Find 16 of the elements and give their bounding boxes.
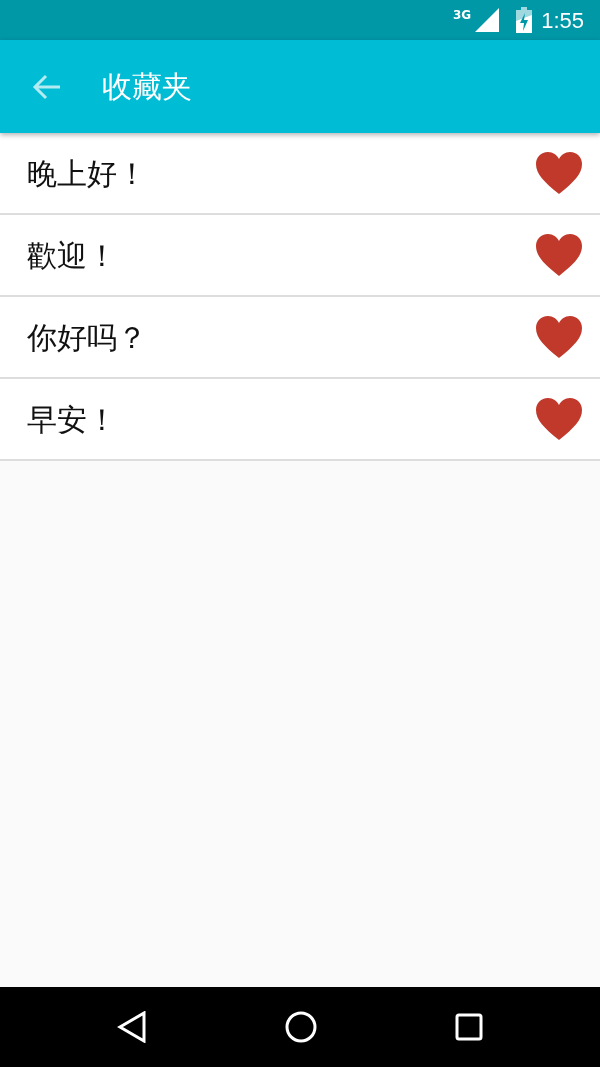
phrase-text: 你好吗？ (27, 318, 147, 357)
signal-icon (475, 8, 500, 32)
home-icon[interactable] (285, 1011, 317, 1043)
back-icon[interactable] (117, 1011, 147, 1043)
clock: 1:55 (541, 6, 584, 35)
heart-icon[interactable] (534, 150, 584, 196)
phrase-text: 歡迎！ (27, 236, 117, 275)
recents-icon[interactable] (455, 1013, 483, 1041)
phrase-text: 早安！ (27, 400, 117, 439)
heart-icon[interactable] (534, 396, 584, 442)
battery-icon (515, 7, 534, 33)
phrase-text: 晚上好！ (27, 154, 147, 193)
heart-icon[interactable] (534, 314, 584, 360)
screen-title: 收藏夹 (102, 68, 192, 106)
network-type: 3G (452, 9, 472, 21)
heart-icon[interactable] (534, 232, 584, 278)
